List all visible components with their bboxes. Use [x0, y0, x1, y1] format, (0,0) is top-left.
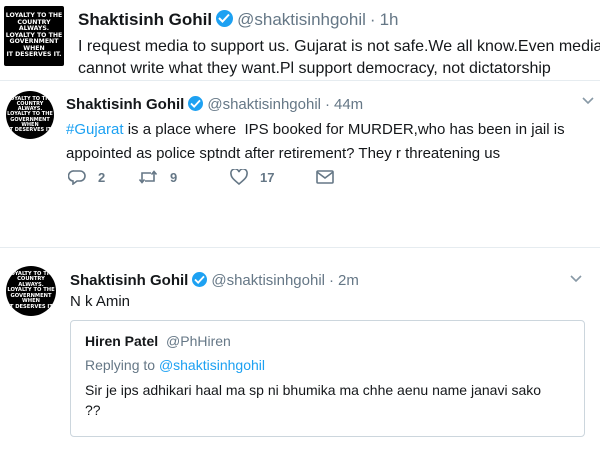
- quoted-tweet-header: Hiren Patel @PhHiren: [85, 333, 231, 349]
- avatar-text: IT DESERVES IT.: [6, 51, 62, 59]
- author-handle[interactable]: @shaktisinhgohil: [237, 10, 366, 30]
- verified-badge-icon: [216, 10, 234, 27]
- like-button[interactable]: 17: [230, 169, 316, 185]
- separator-dot: ·: [324, 96, 330, 113]
- avatar[interactable]: LOYALTY TO THE COUNTRY ALWAYS. LOYALTY T…: [4, 6, 64, 66]
- avatar-text: COUNTRY ALWAYS.: [17, 18, 51, 33]
- like-icon: [230, 169, 248, 185]
- quoted-text-line: Sir je ips adhikari haal ma sp ni bhumik…: [85, 382, 542, 398]
- tweet-header: Shaktisinh Gohil @shaktisinhgohil · 2m: [70, 270, 359, 289]
- tweet-text: #Gujarat is a place where IPS booked for…: [66, 118, 565, 166]
- author-name[interactable]: Shaktisinh Gohil: [70, 272, 188, 289]
- avatar[interactable]: LOYALTY TO THE COUNTRY ALWAYS. LOYALTY T…: [6, 266, 56, 316]
- verified-badge-icon: [192, 272, 208, 287]
- chevron-down-icon[interactable]: [582, 97, 594, 105]
- separator-dot: ·: [369, 10, 376, 29]
- tweet-actions: 2 9 17: [68, 169, 346, 185]
- avatar-text: IT DESERVES IT.: [7, 127, 53, 134]
- tweet-text-line: #Gujarat is a place where IPS booked for…: [66, 118, 565, 142]
- tweet-text-line: cannot write what they want.Pl support d…: [78, 60, 551, 77]
- tweet-text-line: appointed as police sptndt after retirem…: [66, 145, 501, 162]
- hashtag-link[interactable]: #Gujarat: [66, 121, 124, 138]
- reply-button[interactable]: 2: [68, 169, 138, 185]
- replying-to-label: Replying to: [85, 357, 159, 373]
- tweet-timestamp[interactable]: 1h: [380, 10, 399, 30]
- reply-count: 2: [98, 169, 106, 185]
- direct-message-button[interactable]: [316, 170, 346, 184]
- tweet-timestamp[interactable]: 2m: [338, 272, 359, 289]
- author-name[interactable]: Shaktisinh Gohil: [78, 10, 212, 30]
- separator-dot: ·: [328, 272, 334, 289]
- quoted-author-name[interactable]: Hiren Patel: [85, 333, 158, 349]
- author-name[interactable]: Shaktisinh Gohil: [66, 96, 184, 113]
- direct-message-icon: [316, 170, 334, 184]
- tweet-text: N k Amin: [70, 293, 131, 310]
- author-handle[interactable]: @shaktisinhgohil: [211, 272, 325, 289]
- mention-link[interactable]: @shaktisinhgohil: [159, 357, 265, 373]
- tweet-timestamp[interactable]: 44m: [334, 96, 363, 113]
- quoted-text-line: ??: [85, 402, 101, 418]
- tweet-header: Shaktisinh Gohil @shaktisinhgohil · 1h: [78, 8, 399, 30]
- like-count: 17: [260, 169, 275, 185]
- tweet-3[interactable]: LOYALTY TO THE COUNTRY ALWAYS. LOYALTY T…: [0, 248, 600, 450]
- tweet-text-segment: is a place where IPS booked for MURDER,w…: [123, 121, 565, 138]
- tweet-text-line: I request media to support us. Gujarat i…: [78, 38, 600, 55]
- retweet-button[interactable]: 9: [138, 169, 230, 185]
- verified-badge-icon: [188, 96, 204, 111]
- replying-to: Replying to @shaktisinhgohil: [85, 357, 265, 373]
- chevron-down-icon[interactable]: [570, 275, 582, 283]
- tweet-header: Shaktisinh Gohil @shaktisinhgohil · 44m: [66, 94, 363, 113]
- tweet-text: I request media to support us. Gujarat i…: [78, 36, 600, 80]
- avatar-text: GOVERNMENT WHEN: [10, 292, 52, 305]
- quoted-author-handle[interactable]: @PhHiren: [166, 333, 231, 349]
- retweet-count: 9: [170, 169, 178, 185]
- quoted-tweet[interactable]: Hiren Patel @PhHiren Replying to @shakti…: [70, 320, 585, 437]
- reply-icon: [68, 170, 86, 185]
- avatar[interactable]: LOYALTY TO THE COUNTRY ALWAYS. LOYALTY T…: [6, 91, 54, 139]
- author-handle[interactable]: @shaktisinhgohil: [207, 96, 321, 113]
- quoted-tweet-text: Sir je ips adhikari haal ma sp ni bhumik…: [85, 380, 541, 420]
- retweet-icon: [138, 170, 158, 184]
- avatar-text: IT DESERVES IT.: [7, 303, 55, 310]
- tweet-1[interactable]: LOYALTY TO THE COUNTRY ALWAYS. LOYALTY T…: [0, 0, 600, 78]
- tweet-2[interactable]: LOYALTY TO THE COUNTRY ALWAYS. LOYALTY T…: [0, 81, 600, 201]
